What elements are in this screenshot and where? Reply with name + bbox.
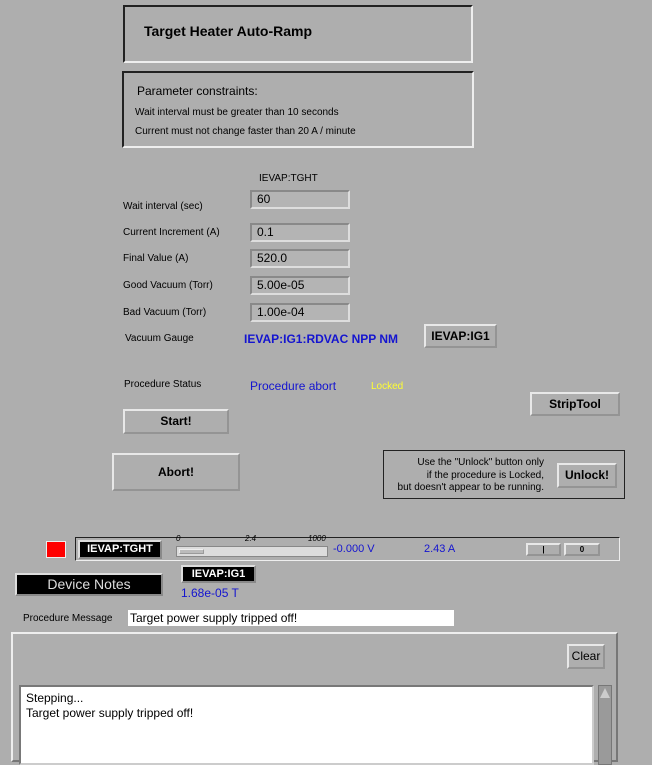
constraint-1: Wait interval must be greater than 10 se… bbox=[135, 107, 339, 118]
bad-vacuum-input[interactable]: 1.00e-04 bbox=[250, 303, 350, 322]
supply-on-button[interactable]: | bbox=[526, 543, 561, 556]
log-scrollbar[interactable] bbox=[598, 685, 612, 765]
supply-name-button[interactable]: IEVAP:TGHT bbox=[78, 540, 162, 559]
unlock-button[interactable]: Unlock! bbox=[557, 463, 617, 488]
current-increment-input[interactable]: 0.1 bbox=[250, 223, 350, 242]
param-label: Wait interval (sec) bbox=[123, 201, 203, 212]
lock-status: Locked bbox=[371, 381, 404, 392]
message-field: Target power supply tripped off! bbox=[128, 610, 454, 626]
vacuum-gauge-value: IEVAP:IG1:RDVAC NPP NM bbox=[244, 332, 399, 346]
param-label: Bad Vacuum (Torr) bbox=[123, 307, 207, 318]
start-button[interactable]: Start! bbox=[123, 409, 229, 434]
constraints-heading: Parameter constraints: bbox=[137, 84, 258, 98]
constraint-2: Current must not change faster than 20 A… bbox=[135, 126, 356, 137]
scale-mid: 2.4 bbox=[245, 534, 257, 543]
message-label: Procedure Message bbox=[23, 613, 113, 624]
log-textarea[interactable]: Stepping... Target power supply tripped … bbox=[19, 685, 594, 765]
unlock-note: Use the "Unlock" button only bbox=[417, 457, 544, 468]
current-readout: 2.43 A bbox=[424, 543, 456, 555]
abort-button[interactable]: Abort! bbox=[112, 453, 240, 491]
status-label: Procedure Status bbox=[124, 379, 202, 390]
striptool-button[interactable]: StripTool bbox=[530, 392, 620, 416]
scale-max: 1000 bbox=[308, 534, 326, 543]
scale-min: 0 bbox=[176, 534, 181, 543]
gauge-name-button[interactable]: IEVAP:IG1 bbox=[181, 565, 256, 583]
voltage-readout: -0.000 V bbox=[333, 543, 375, 555]
slider-handle[interactable] bbox=[179, 549, 204, 554]
clear-button[interactable]: Clear bbox=[567, 644, 605, 669]
supply-indicator bbox=[46, 541, 66, 558]
param-label: Good Vacuum (Torr) bbox=[123, 280, 213, 291]
gauge-button[interactable]: IEVAP:IG1 bbox=[424, 324, 497, 348]
device-notes-button[interactable]: Device Notes bbox=[15, 573, 163, 596]
param-label: Current Increment (A) bbox=[123, 227, 220, 238]
log-line: Stepping... bbox=[26, 691, 84, 705]
unlock-panel: Use the "Unlock" button only if the proc… bbox=[383, 450, 625, 499]
vacuum-gauge-label: Vacuum Gauge bbox=[125, 333, 194, 344]
gauge-readout: 1.68e-05 T bbox=[181, 586, 239, 600]
log-line: Target power supply tripped off! bbox=[26, 706, 194, 720]
good-vacuum-input[interactable]: 5.00e-05 bbox=[250, 276, 350, 295]
current-slider[interactable] bbox=[176, 546, 328, 557]
title-panel: Target Heater Auto-Ramp bbox=[123, 5, 473, 63]
unlock-note: but doesn't appear to be running. bbox=[397, 482, 544, 493]
status-value: Procedure abort bbox=[250, 379, 337, 393]
unlock-note: if the procedure is Locked, bbox=[426, 470, 544, 481]
device-label: IEVAP:TGHT bbox=[259, 173, 318, 184]
final-value-input[interactable]: 520.0 bbox=[250, 249, 350, 268]
param-label: Final Value (A) bbox=[123, 253, 189, 264]
page-title: Target Heater Auto-Ramp bbox=[144, 23, 313, 39]
scroll-up-icon[interactable] bbox=[600, 688, 610, 698]
constraints-panel: Parameter constraints: Wait interval mus… bbox=[122, 71, 474, 148]
wait-interval-input[interactable]: 60 bbox=[250, 190, 350, 209]
log-panel: Clear Stepping... Target power supply tr… bbox=[11, 632, 618, 765]
supply-off-button[interactable]: 0 bbox=[564, 543, 600, 556]
